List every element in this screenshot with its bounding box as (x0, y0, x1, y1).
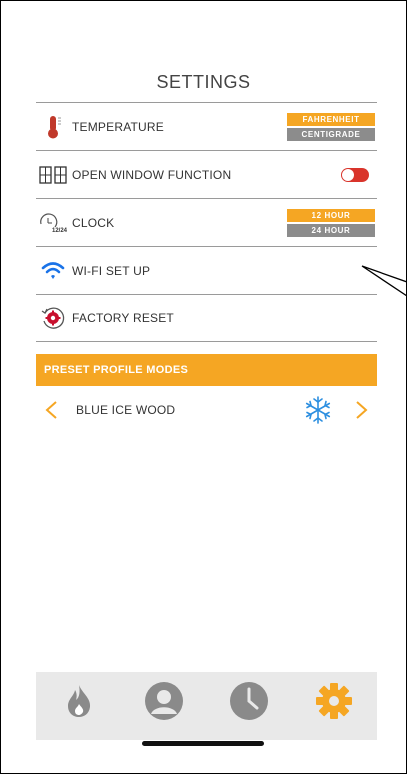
settings-gear-icon (316, 683, 353, 719)
open-window-label: OPEN WINDOW FUNCTION (72, 167, 232, 182)
temperature-label: TEMPERATURE (72, 119, 164, 134)
snowflake-icon (305, 396, 331, 424)
centigrade-button[interactable]: CENTIGRADE (287, 128, 375, 141)
settings-row-wifi[interactable]: WI-FI SET UP (36, 246, 377, 294)
factory-reset-icon (38, 303, 68, 333)
settings-row-factory-reset[interactable]: FACTORY RESET (36, 294, 377, 342)
wifi-label: WI-FI SET UP (72, 263, 151, 278)
bottom-tab-bar (36, 672, 377, 740)
settings-list: TEMPERATURE FAHRENHEIT CENTIGRADE OPEN W… (36, 102, 377, 342)
callout-pointer (361, 265, 407, 296)
open-window-toggle[interactable] (341, 168, 369, 182)
page-title: SETTINGS (156, 72, 251, 92)
clock-format-options: 12 HOUR 24 HOUR (287, 209, 375, 237)
chevron-left-icon[interactable] (36, 388, 66, 432)
thermometer-icon (38, 112, 68, 142)
factory-reset-label: FACTORY RESET (72, 311, 174, 325)
clock-1224-icon: 12/24 (38, 208, 68, 238)
clock-icon-text: 12/24 (52, 228, 68, 234)
tab-settings[interactable] (312, 679, 356, 723)
profile-icon (144, 682, 183, 720)
settings-row-temperature: TEMPERATURE FAHRENHEIT CENTIGRADE (36, 102, 377, 150)
12-hour-button[interactable]: 12 HOUR (287, 209, 375, 222)
toggle-knob (342, 169, 354, 181)
wifi-icon (38, 256, 68, 286)
flame-icon (67, 685, 90, 717)
settings-row-open-window: OPEN WINDOW FUNCTION (36, 150, 377, 198)
clock-label: CLOCK (72, 215, 115, 230)
window-icon (38, 160, 68, 190)
tab-profile[interactable] (142, 679, 186, 723)
settings-row-clock: 12/24 CLOCK 12 HOUR 24 HOUR (36, 198, 377, 246)
preset-profile-selector: BLUE ICE WOOD (36, 388, 377, 432)
fahrenheit-button[interactable]: FAHRENHEIT (287, 113, 375, 126)
home-indicator[interactable] (142, 741, 264, 746)
tab-flame[interactable] (57, 679, 101, 723)
24-hour-button[interactable]: 24 HOUR (287, 224, 375, 237)
tab-clock[interactable] (227, 679, 271, 723)
preset-profile-name: BLUE ICE WOOD (76, 403, 176, 417)
preset-profile-header: PRESET PROFILE MODES (36, 354, 377, 386)
chevron-right-icon[interactable] (347, 388, 377, 432)
temperature-unit-options: FAHRENHEIT CENTIGRADE (287, 113, 375, 141)
clock-icon (230, 682, 269, 720)
